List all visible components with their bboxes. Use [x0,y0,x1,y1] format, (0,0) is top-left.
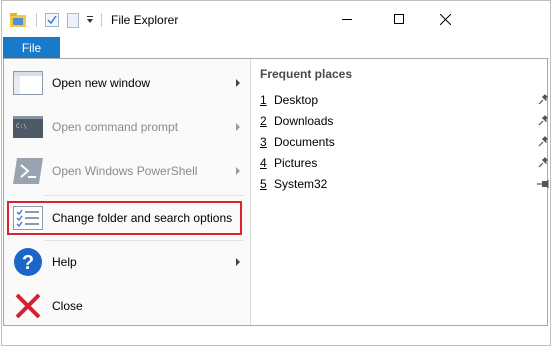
new-window-icon [13,68,43,98]
highlight-annotation-box [7,201,242,235]
folder-icon[interactable] [10,13,26,27]
frequent-place-item[interactable]: 3 Documents [260,132,548,152]
menu-item-open-powershell[interactable]: Open Windows PowerShell [7,151,245,191]
frequent-places-title: Frequent places [260,67,353,81]
frequent-place-item[interactable]: 4 Pictures [260,153,548,173]
close-icon [439,13,451,25]
file-tab[interactable]: File [3,37,60,59]
menu-item-help[interactable]: ? Help [7,242,245,282]
command-prompt-icon: C:\ [13,112,43,142]
title-bar: File Explorer [2,1,550,37]
menu-item-close[interactable]: Close [7,286,245,326]
maximize-button[interactable] [376,1,422,37]
submenu-arrow-icon [236,79,240,87]
menu-item-label: Open Windows PowerShell [52,164,198,178]
frequent-place-item[interactable]: 5 System32 [260,174,549,194]
frequent-place-name: Downloads [274,114,334,128]
svg-text:?: ? [22,252,34,274]
close-x-icon [13,291,43,321]
menu-separator [44,195,244,196]
submenu-arrow-icon [236,258,240,266]
frequent-place-number: 1 [260,93,267,107]
toolbar-separator [36,13,37,27]
pin-icon[interactable] [537,94,549,106]
frequent-place-name: System32 [274,177,328,191]
customize-toolbar-dropdown-icon[interactable] [85,15,95,25]
powershell-icon [13,156,43,186]
properties-icon[interactable] [45,13,59,27]
svg-text:C:\: C:\ [16,123,27,130]
minimize-icon [342,19,352,20]
pin-icon[interactable] [537,157,549,169]
menu-item-open-new-window[interactable]: Open new window [7,63,245,103]
quick-access-toolbar [10,11,110,29]
frequent-place-item[interactable]: 1 Desktop [260,90,548,110]
frequent-place-name: Documents [274,135,335,149]
frequent-place-number: 2 [260,114,267,128]
menu-item-label: Close [52,299,83,313]
frequent-place-number: 3 [260,135,267,149]
frequent-place-name: Desktop [274,93,319,107]
minimize-button[interactable] [324,1,370,37]
frequent-place-number: 5 [260,177,267,191]
frequent-place-name: Pictures [274,156,318,170]
close-window-button[interactable] [422,1,468,37]
help-icon: ? [13,247,43,277]
menu-item-label: Help [52,255,77,269]
menu-separator [44,240,244,241]
maximize-icon [394,14,404,24]
file-explorer-window: File Explorer File Open new window C:\ O… [1,0,551,346]
submenu-arrow-icon [236,123,240,131]
new-document-icon[interactable] [67,12,79,28]
menu-item-open-command-prompt[interactable]: C:\ Open command prompt [7,107,245,147]
frequent-place-number: 4 [260,156,267,170]
submenu-arrow-icon [236,167,240,175]
menu-item-label: Open new window [52,76,151,90]
pin-icon[interactable] [537,136,549,148]
frequent-places-panel: Frequent places 1 Desktop 2 Downloads 3 … [251,59,549,325]
unpinned-icon[interactable] [537,178,549,190]
window-content-area [3,326,548,345]
ribbon-tab-row: File [2,37,550,59]
file-menu-commands: Open new window C:\ Open command prompt [4,59,251,325]
toolbar-separator [101,13,102,27]
menu-item-label: Open command prompt [52,120,179,134]
window-title: File Explorer [111,13,179,27]
frequent-place-item[interactable]: 2 Downloads [260,111,548,131]
pin-icon[interactable] [537,115,549,127]
file-menu-panel: Open new window C:\ Open command prompt [3,58,549,326]
